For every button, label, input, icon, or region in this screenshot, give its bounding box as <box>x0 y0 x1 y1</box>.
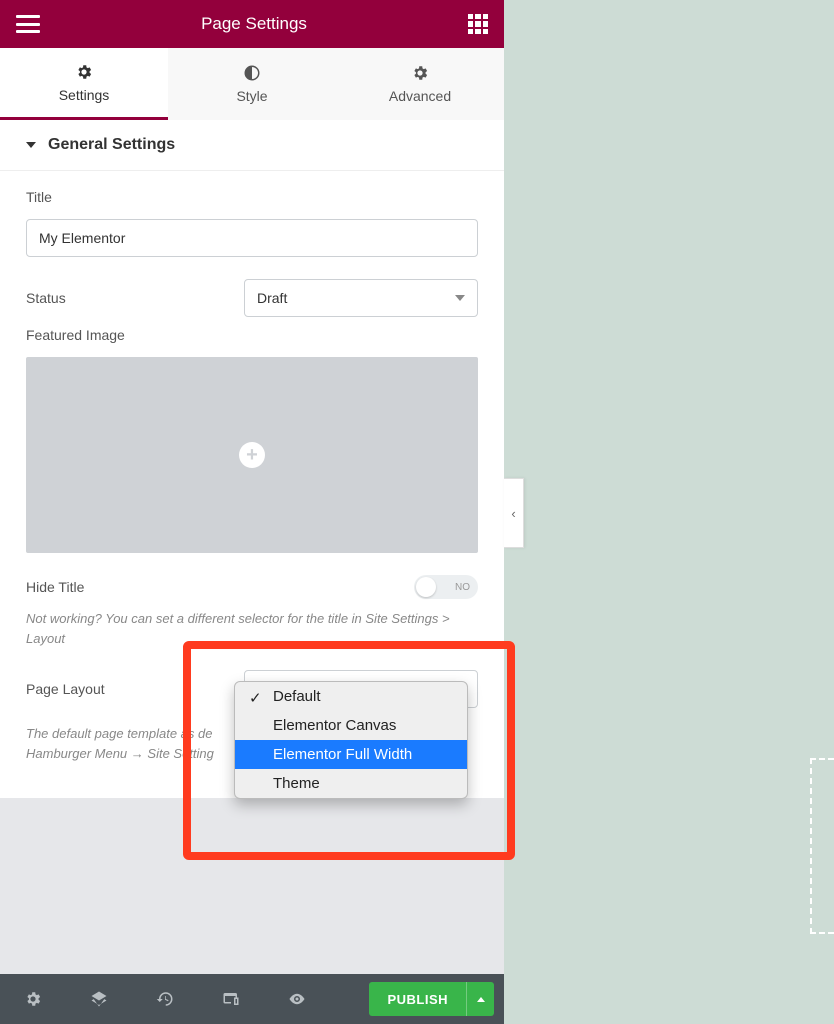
status-label: Status <box>26 290 66 306</box>
preview-button[interactable] <box>264 974 330 1024</box>
tab-advanced[interactable]: Advanced <box>336 48 504 120</box>
page-layout-label: Page Layout <box>26 681 105 697</box>
publish-options-button[interactable] <box>466 982 494 1016</box>
section-title: General Settings <box>48 136 175 154</box>
footer-toolbar: PUBLISH <box>0 974 504 1024</box>
drop-area-edge <box>810 758 834 934</box>
hide-title-label: Hide Title <box>26 579 84 595</box>
plus-icon: + <box>239 442 265 468</box>
publish-button[interactable]: PUBLISH <box>369 982 466 1016</box>
panel-header: Page Settings <box>0 0 504 48</box>
option-default[interactable]: ✓ Default <box>235 682 467 711</box>
tab-label: Advanced <box>389 88 451 104</box>
hamburger-menu-icon[interactable] <box>16 15 40 33</box>
gear-icon <box>75 63 93 81</box>
contrast-icon <box>243 64 261 82</box>
tab-settings[interactable]: Settings <box>0 48 168 120</box>
tabs: Settings Style Advanced <box>0 48 504 120</box>
apps-grid-icon[interactable] <box>468 14 488 34</box>
panel-title: Page Settings <box>201 14 307 34</box>
navigator-button[interactable] <box>66 974 132 1024</box>
page-layout-dropdown: ✓ Default Elementor Canvas Elementor Ful… <box>234 681 468 799</box>
gear-icon <box>411 64 429 82</box>
toggle-state: NO <box>455 582 470 593</box>
hide-title-hint: Not working? You can set a different sel… <box>26 609 478 648</box>
option-elementor-full-width[interactable]: Elementor Full Width <box>235 740 467 769</box>
check-icon: ✓ <box>249 689 262 707</box>
collapse-panel-button[interactable]: ‹ <box>504 478 524 548</box>
layers-icon <box>90 990 108 1008</box>
preview-area <box>504 0 834 1024</box>
tab-style[interactable]: Style <box>168 48 336 120</box>
title-label: Title <box>26 189 478 205</box>
devices-icon <box>222 990 240 1008</box>
history-icon <box>156 990 174 1008</box>
chevron-down-icon <box>26 142 36 148</box>
status-value: Draft <box>257 290 287 306</box>
panel-empty-area <box>0 798 504 974</box>
option-elementor-canvas[interactable]: Elementor Canvas <box>235 711 467 740</box>
section-general-settings[interactable]: General Settings <box>0 120 504 171</box>
hide-title-toggle[interactable]: NO <box>414 575 478 599</box>
status-select[interactable]: Draft <box>244 279 478 317</box>
global-settings-button[interactable] <box>0 974 66 1024</box>
title-input[interactable] <box>26 219 478 257</box>
responsive-button[interactable] <box>198 974 264 1024</box>
history-button[interactable] <box>132 974 198 1024</box>
featured-image-upload[interactable]: + <box>26 357 478 553</box>
chevron-left-icon: ‹ <box>511 506 515 521</box>
gear-icon <box>24 990 42 1008</box>
chevron-down-icon <box>455 295 465 301</box>
tab-label: Style <box>236 88 267 104</box>
eye-icon <box>288 990 306 1008</box>
settings-panel: Page Settings Settings Style Advanced Ge… <box>0 0 504 1024</box>
tab-label: Settings <box>59 87 110 103</box>
caret-up-icon <box>477 997 485 1002</box>
option-theme[interactable]: Theme <box>235 769 467 798</box>
featured-image-label: Featured Image <box>26 327 478 343</box>
